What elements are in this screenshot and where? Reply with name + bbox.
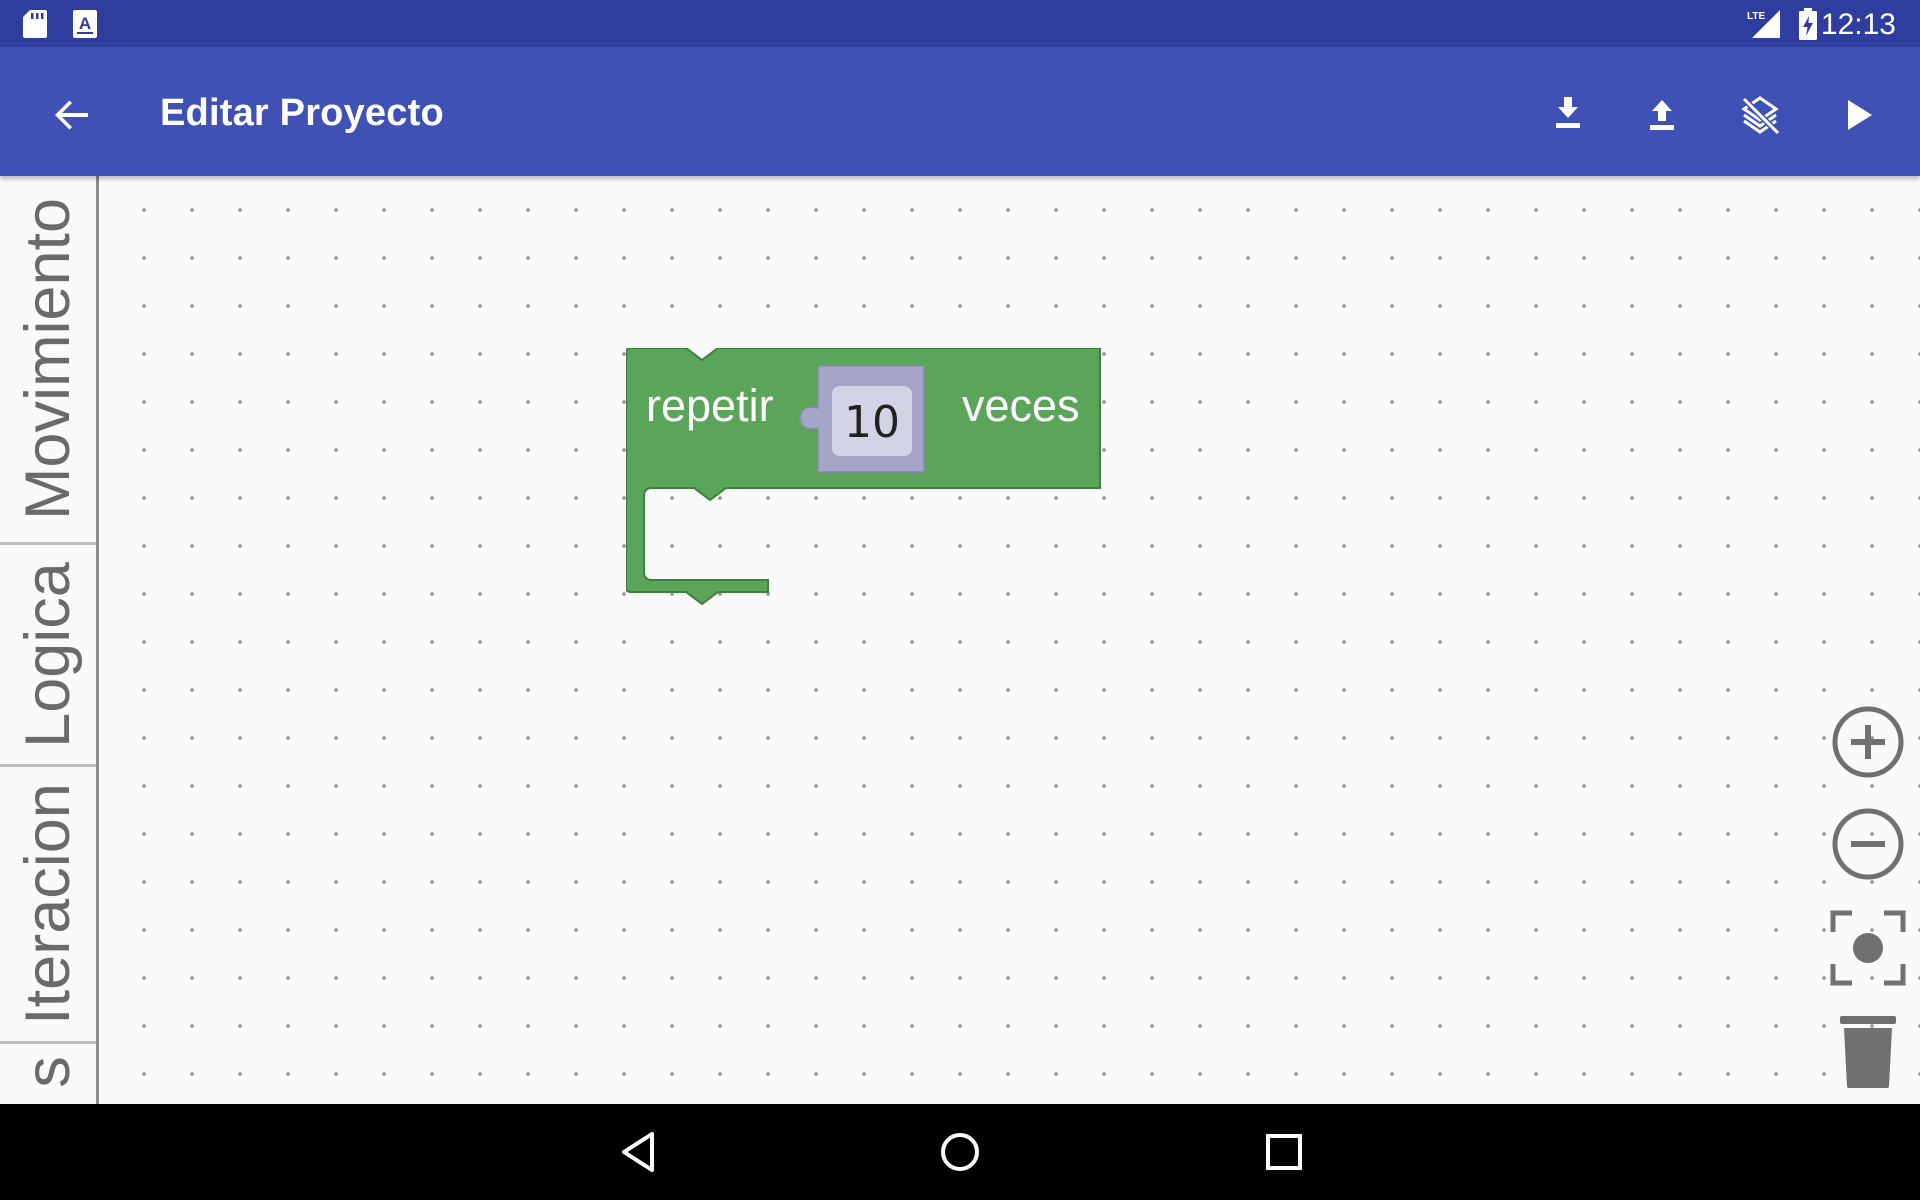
repeat-count-field[interactable]: 10 — [832, 386, 912, 456]
category-tab-iteracion[interactable]: Iteracion — [0, 767, 96, 1044]
category-tab-logica[interactable]: Logica — [0, 545, 96, 767]
block-label-veces: veces — [962, 380, 1080, 431]
recents-square-icon[interactable] — [1256, 1124, 1312, 1180]
zoom-out-icon[interactable] — [1830, 806, 1906, 882]
sd-card-icon — [23, 10, 47, 38]
lte-signal-icon: LTE — [1747, 10, 1780, 38]
category-tab-movimiento[interactable]: Movimiento — [0, 176, 96, 545]
category-label: Movimiento — [13, 197, 83, 521]
network-type-label: LTE — [1747, 11, 1765, 22]
svg-text:A: A — [79, 14, 91, 33]
trash-icon[interactable] — [1838, 1014, 1898, 1090]
text-input-icon: A — [73, 10, 97, 38]
zoom-in-icon[interactable] — [1830, 704, 1906, 780]
category-label: Logica — [13, 561, 83, 748]
upload-icon[interactable] — [1634, 87, 1690, 143]
category-label: Iteracion — [13, 783, 83, 1025]
battery-charging-icon — [1799, 8, 1817, 40]
recenter-icon[interactable] — [1830, 910, 1906, 986]
category-tab-partial[interactable]: s — [0, 1044, 96, 1104]
category-label: s — [13, 1056, 83, 1088]
block-label-repetir: repetir — [646, 380, 774, 431]
system-navigation-bar — [0, 1104, 1920, 1200]
status-clock: 12:13 — [1820, 8, 1896, 41]
page-title: Editar Proyecto — [160, 92, 444, 134]
layers-clear-icon[interactable] — [1732, 87, 1788, 143]
back-triangle-icon[interactable] — [610, 1124, 666, 1180]
download-icon[interactable] — [1540, 87, 1596, 143]
app-bar: Editar Proyecto — [0, 47, 1920, 176]
toolbox-category-tabs: Movimiento Logica Iteracion s — [0, 176, 99, 1104]
play-icon[interactable] — [1830, 87, 1886, 143]
status-bar: A LTE 12:13 — [0, 0, 1920, 47]
home-circle-icon[interactable] — [932, 1124, 988, 1180]
arrow-back-icon[interactable] — [44, 87, 100, 143]
block-workspace[interactable] — [0, 176, 1920, 1104]
